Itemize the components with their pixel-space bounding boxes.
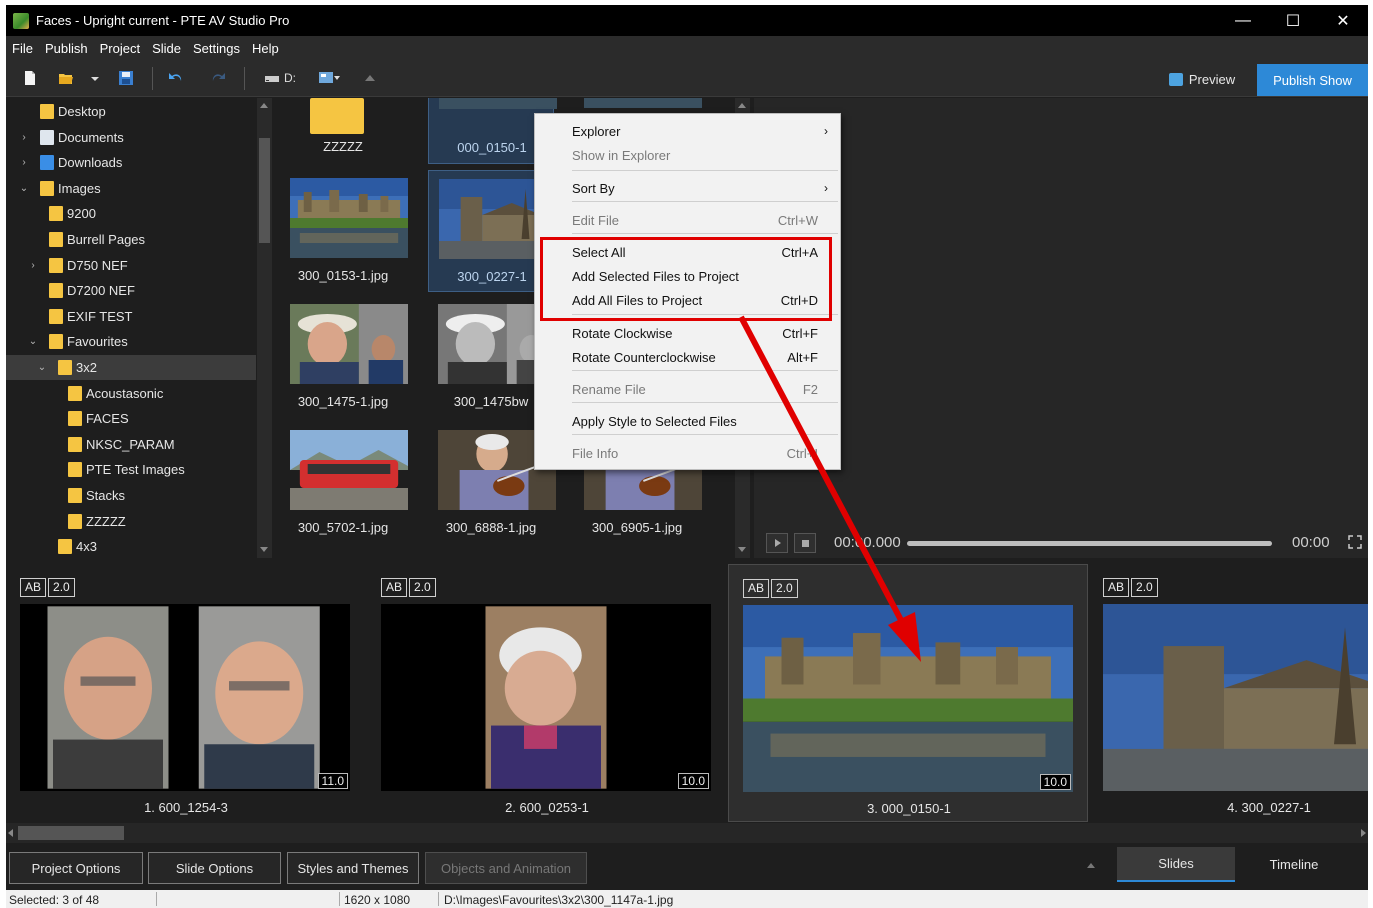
- annotation-arrow: [738, 315, 921, 662]
